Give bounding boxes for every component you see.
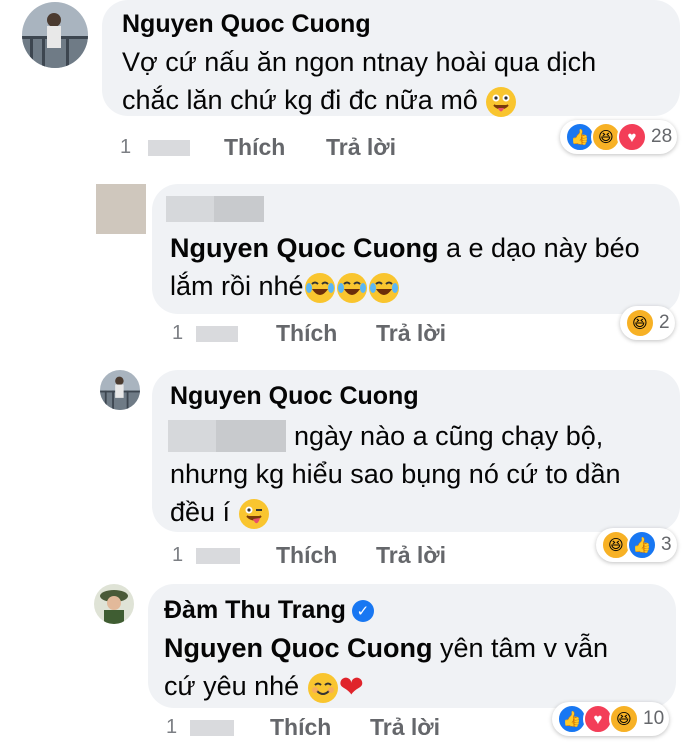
crying-laughing-emoji-icon <box>368 272 399 303</box>
comment-timestamp[interactable]: 1 <box>120 136 134 159</box>
avatar-nguyen-quoc-cuong[interactable] <box>22 2 88 68</box>
comment-text: Vợ cứ nấu ăn ngon ntnay hoài qua dịch <box>122 47 597 77</box>
comment-text: đều í <box>170 494 270 530</box>
red-heart-emoji-icon: ❤ <box>338 670 364 704</box>
comment-author[interactable]: Nguyen Quoc Cuong <box>122 10 371 39</box>
mention-blurred[interactable] <box>216 420 286 452</box>
reaction-summary[interactable]: 😆 2 <box>620 306 675 340</box>
reply-button[interactable]: Trả lời <box>326 134 396 161</box>
comment-text: Nguyen Quoc Cuong a e dạo này béo <box>170 233 640 263</box>
comment-timestamp[interactable]: 1 <box>172 322 186 345</box>
timestamp-blur <box>148 140 190 156</box>
like-button[interactable]: Thích <box>224 134 285 161</box>
tongue-out-emoji-icon <box>486 86 517 117</box>
mention-link[interactable]: Nguyen Quoc Cuong <box>170 233 438 263</box>
reply-button[interactable]: Trả lời <box>370 714 440 741</box>
author-name-blurred[interactable] <box>214 196 264 222</box>
timestamp-blur <box>196 548 240 564</box>
comment-timestamp[interactable]: 1 <box>172 544 186 567</box>
mention-blurred[interactable] <box>168 420 216 452</box>
heart-icon: ♥ <box>617 122 647 152</box>
crying-laughing-emoji-icon <box>336 272 367 303</box>
like-button[interactable]: Thích <box>270 714 331 741</box>
comment-timestamp[interactable]: 1 <box>166 716 180 739</box>
reaction-count: 2 <box>659 312 670 333</box>
laughing-face-icon: 😆 <box>625 308 655 338</box>
comment-text: Nguyen Quoc Cuong yên tâm v vẫn <box>164 633 609 663</box>
laughing-face-icon: 😆 <box>609 704 639 734</box>
comment-author[interactable]: Đàm Thu Trang ✓ <box>164 596 374 625</box>
reaction-summary[interactable]: 😆 👍 3 <box>596 528 677 562</box>
avatar-hidden[interactable] <box>96 184 146 234</box>
avatar-dam-thu-trang[interactable] <box>94 584 134 624</box>
comment-author[interactable]: Nguyen Quoc Cuong <box>170 382 419 411</box>
thumbs-up-icon: 👍 <box>627 530 657 560</box>
verified-check-icon: ✓ <box>351 600 374 623</box>
crying-laughing-emoji-icon <box>304 272 335 303</box>
comment-text: lắm rồi nhé <box>170 268 400 304</box>
comment-text: nhưng kg hiểu sao bụng nó cứ to dần <box>170 459 621 489</box>
reply-button[interactable]: Trả lời <box>376 320 446 347</box>
winking-tongue-emoji-icon <box>238 498 269 529</box>
reaction-summary[interactable]: 👍 ♥ 😆 10 <box>552 702 670 736</box>
reaction-count: 3 <box>661 534 672 555</box>
like-button[interactable]: Thích <box>276 542 337 569</box>
timestamp-blur <box>196 326 238 342</box>
timestamp-blur <box>190 720 234 736</box>
author-name-blurred[interactable] <box>166 196 214 222</box>
reaction-summary[interactable]: 👍 😆 ♥ 28 <box>560 120 678 154</box>
avatar-nguyen-quoc-cuong[interactable] <box>100 370 140 410</box>
smiling-face-emoji-icon <box>307 672 338 703</box>
like-button[interactable]: Thích <box>276 320 337 347</box>
comment-text: ngày nào a cũng chạy bộ, <box>294 421 604 451</box>
mention-link[interactable]: Nguyen Quoc Cuong <box>164 633 432 663</box>
reaction-count: 10 <box>643 708 665 729</box>
reply-button[interactable]: Trả lời <box>376 542 446 569</box>
comment-text: cứ yêu nhé ❤ <box>164 670 364 704</box>
reaction-count: 28 <box>651 126 673 147</box>
comment-text: chắc lăn chứ kg đi đc nữa mô <box>122 82 517 118</box>
